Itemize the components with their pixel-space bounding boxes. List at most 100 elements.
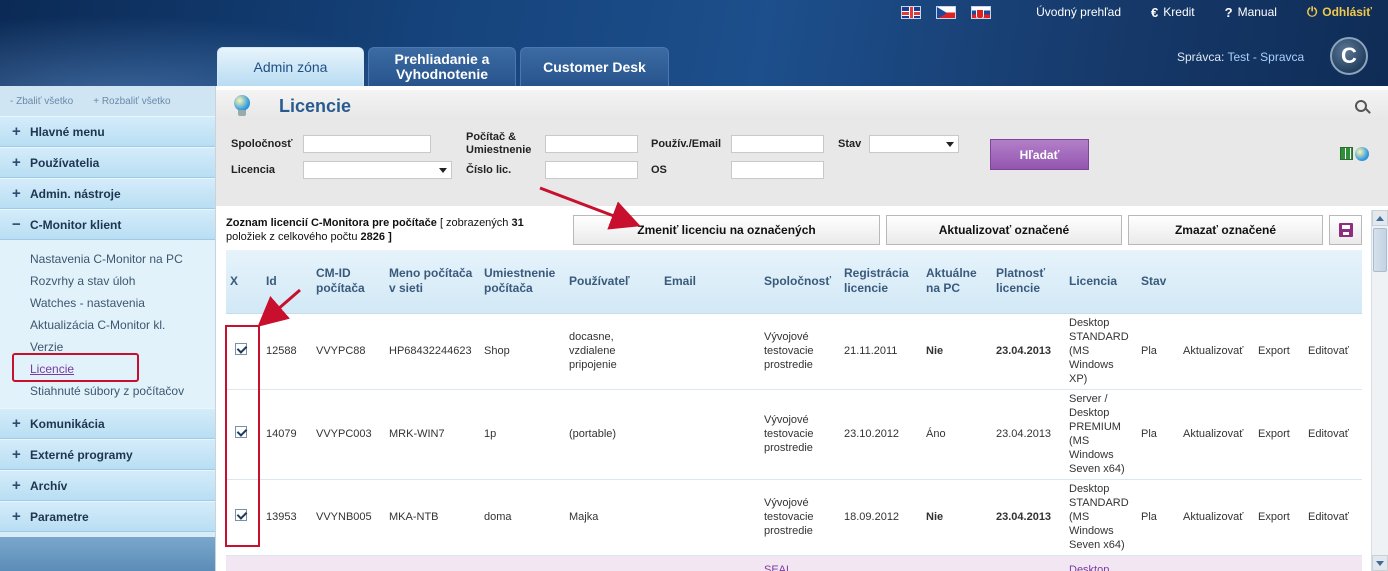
computer-input[interactable]	[545, 135, 638, 153]
tab-browsing-evaluation[interactable]: Prehliadanie a Vyhodnotenie	[368, 47, 516, 86]
submenu-item-versions[interactable]: Verzie	[30, 336, 215, 358]
cell-registration: 23.10.2012	[840, 389, 922, 480]
save-button[interactable]	[1329, 215, 1362, 245]
sidebar-item-admin-tools[interactable]: + Admin. nástroje	[0, 178, 215, 209]
cell-user: (portable)	[565, 389, 660, 480]
vertical-scrollbar[interactable]	[1371, 210, 1388, 571]
update-link[interactable]: Aktualizovať	[1179, 389, 1254, 480]
cell-company: Vývojové testovacie prostredie	[760, 479, 840, 556]
submenu-item-downloaded-files[interactable]: Stiahnuté súbory z počítačov	[30, 380, 215, 402]
scroll-down-icon[interactable]	[1372, 555, 1388, 571]
collapse-icon: −	[12, 216, 21, 233]
column-header[interactable]: X	[226, 250, 262, 314]
edit-link[interactable]: Editovať	[1304, 389, 1362, 480]
cell-validity: 23.04.2013	[992, 313, 1065, 390]
delete-selected-button[interactable]: Zmazať označené	[1128, 215, 1323, 245]
edit-link[interactable]: Editovať	[1304, 479, 1362, 556]
cell-id: 13953	[262, 479, 312, 556]
column-header[interactable]: Meno počítača v sieti	[385, 250, 480, 314]
export-link[interactable]: Export	[1254, 389, 1304, 480]
state-select[interactable]	[869, 135, 959, 153]
cell-email	[660, 313, 760, 390]
table-row: 14079 VVYPC003 MRK-WIN7 1p (portable) Vý…	[226, 389, 1362, 480]
cell-name: MKA-NTB	[385, 479, 480, 556]
license-select[interactable]	[303, 161, 452, 179]
tab-admin-zone[interactable]: Admin zóna	[217, 47, 364, 86]
table-row: 13953 VVYNB005 MKA-NTB doma Majka Vývojo…	[226, 479, 1362, 556]
submenu-item-schedules[interactable]: Rozvrhy a stav úloh	[30, 270, 215, 292]
list-info: Zoznam licencií C-Monitora pre počítače …	[226, 217, 524, 243]
sidebar-item-communication[interactable]: + Komunikácia	[0, 408, 215, 439]
update-link[interactable]: Aktualizovať	[1179, 313, 1254, 390]
cell-id: 12588	[262, 313, 312, 390]
column-header[interactable]: Používateľ	[565, 250, 660, 314]
column-header[interactable]: Licencia	[1065, 250, 1137, 314]
flag-cz-icon[interactable]	[936, 5, 957, 19]
row-checkbox[interactable]	[235, 509, 247, 521]
collapse-all-link[interactable]: - Zbaliť všetko	[10, 96, 73, 107]
edit-link[interactable]: Editovať	[1304, 313, 1362, 390]
column-header[interactable]: Spoločnosť	[760, 250, 840, 314]
cell-email	[660, 389, 760, 480]
search-icon[interactable]	[1355, 100, 1367, 112]
sidebar: - Zbaliť všetko + Rozbaliť všetko + Hlavn…	[0, 86, 215, 571]
export-icons	[1340, 147, 1369, 161]
column-header[interactable]: Umiestnenie počítača	[480, 250, 565, 314]
cell-license: Desktop STANDARD (MS Windows Seven x64)	[1065, 479, 1137, 556]
submenu-item-watches[interactable]: Watches - nastavenia	[30, 292, 215, 314]
credit-link[interactable]: € Kredit	[1151, 5, 1195, 20]
column-header[interactable]: Stav	[1137, 250, 1179, 314]
sidebar-item-main-menu[interactable]: + Hlavné menu	[0, 116, 215, 147]
cell-license: Desktop STANDARD (MS Windows XP)	[1065, 313, 1137, 390]
change-license-button[interactable]: Zmeniť licenciu na označených	[573, 215, 880, 245]
cell-current: Nie	[922, 479, 992, 556]
sidebar-item-users[interactable]: + Používatelia	[0, 147, 215, 178]
expand-all-link[interactable]: + Rozbaliť všetko	[93, 96, 170, 107]
cell-license: Desktop	[1065, 555, 1137, 571]
logout-link[interactable]: ⏻ Odhlásiť	[1307, 4, 1372, 20]
main-tabs: Admin zóna Prehliadanie a Vyhodnotenie C…	[217, 47, 669, 86]
sidebar-item-external-programs[interactable]: + Externé programy	[0, 439, 215, 470]
company-input[interactable]	[303, 135, 431, 153]
help-icon: ?	[1224, 4, 1233, 20]
scroll-up-icon[interactable]	[1372, 210, 1388, 226]
sidebar-item-parameters[interactable]: + Parametre	[0, 501, 215, 532]
top-navigation: Úvodný prehľad € Kredit ? Manual ⏻ Odhlásiť	[901, 3, 1372, 21]
table-export-icon[interactable]	[1340, 147, 1353, 160]
license-number-input[interactable]	[545, 161, 638, 179]
search-button[interactable]: Hľadať	[990, 139, 1089, 170]
row-checkbox[interactable]	[235, 426, 247, 438]
flag-sk-icon[interactable]	[971, 5, 992, 19]
column-header[interactable]: Registrácia licencie	[840, 250, 922, 314]
export-link[interactable]: Export	[1254, 479, 1304, 556]
column-header[interactable]: Id	[262, 250, 312, 314]
export-link[interactable]: Export	[1254, 313, 1304, 390]
scrollbar-thumb[interactable]	[1373, 228, 1387, 272]
column-header[interactable]: Platnosť licencie	[992, 250, 1065, 314]
manual-link[interactable]: ? Manual	[1225, 5, 1277, 20]
user-name-link[interactable]: Test - Spravca	[1227, 50, 1304, 64]
user-email-input[interactable]	[731, 135, 824, 153]
globe-icon[interactable]	[1355, 147, 1369, 161]
column-header[interactable]: Aktuálne na PC	[922, 250, 992, 314]
main-content: Licencie Spoločnosť Licencia Počítač & U…	[215, 86, 1388, 571]
cell-validity: 23.04.2013	[992, 479, 1065, 556]
submenu-item-update[interactable]: Aktualizácia C-Monitor kl.	[30, 314, 215, 336]
sidebar-item-cmonitor-client[interactable]: − C-Monitor klient	[0, 209, 215, 240]
column-header[interactable]: CM-ID počítača	[312, 250, 385, 314]
update-link[interactable]: Aktualizovať	[1179, 479, 1254, 556]
flag-uk-icon[interactable]	[901, 5, 922, 19]
save-icon	[1338, 223, 1353, 237]
os-input[interactable]	[731, 161, 824, 179]
sidebar-item-archive[interactable]: + Archív	[0, 470, 215, 501]
column-header[interactable]: Email	[660, 250, 760, 314]
tab-customer-desk[interactable]: Customer Desk	[520, 47, 669, 86]
submenu-item-licenses[interactable]: Licencie	[30, 358, 215, 380]
cell-name: MRK-WIN7	[385, 389, 480, 480]
row-checkbox[interactable]	[235, 343, 247, 355]
submenu-item-settings[interactable]: Nastavenia C-Monitor na PC	[30, 248, 215, 270]
os-label: OS	[651, 164, 667, 176]
update-selected-button[interactable]: Aktualizovať označené	[886, 215, 1122, 245]
cell-cmid: VVYNB005	[312, 479, 385, 556]
overview-link[interactable]: Úvodný prehľad	[1036, 5, 1121, 19]
